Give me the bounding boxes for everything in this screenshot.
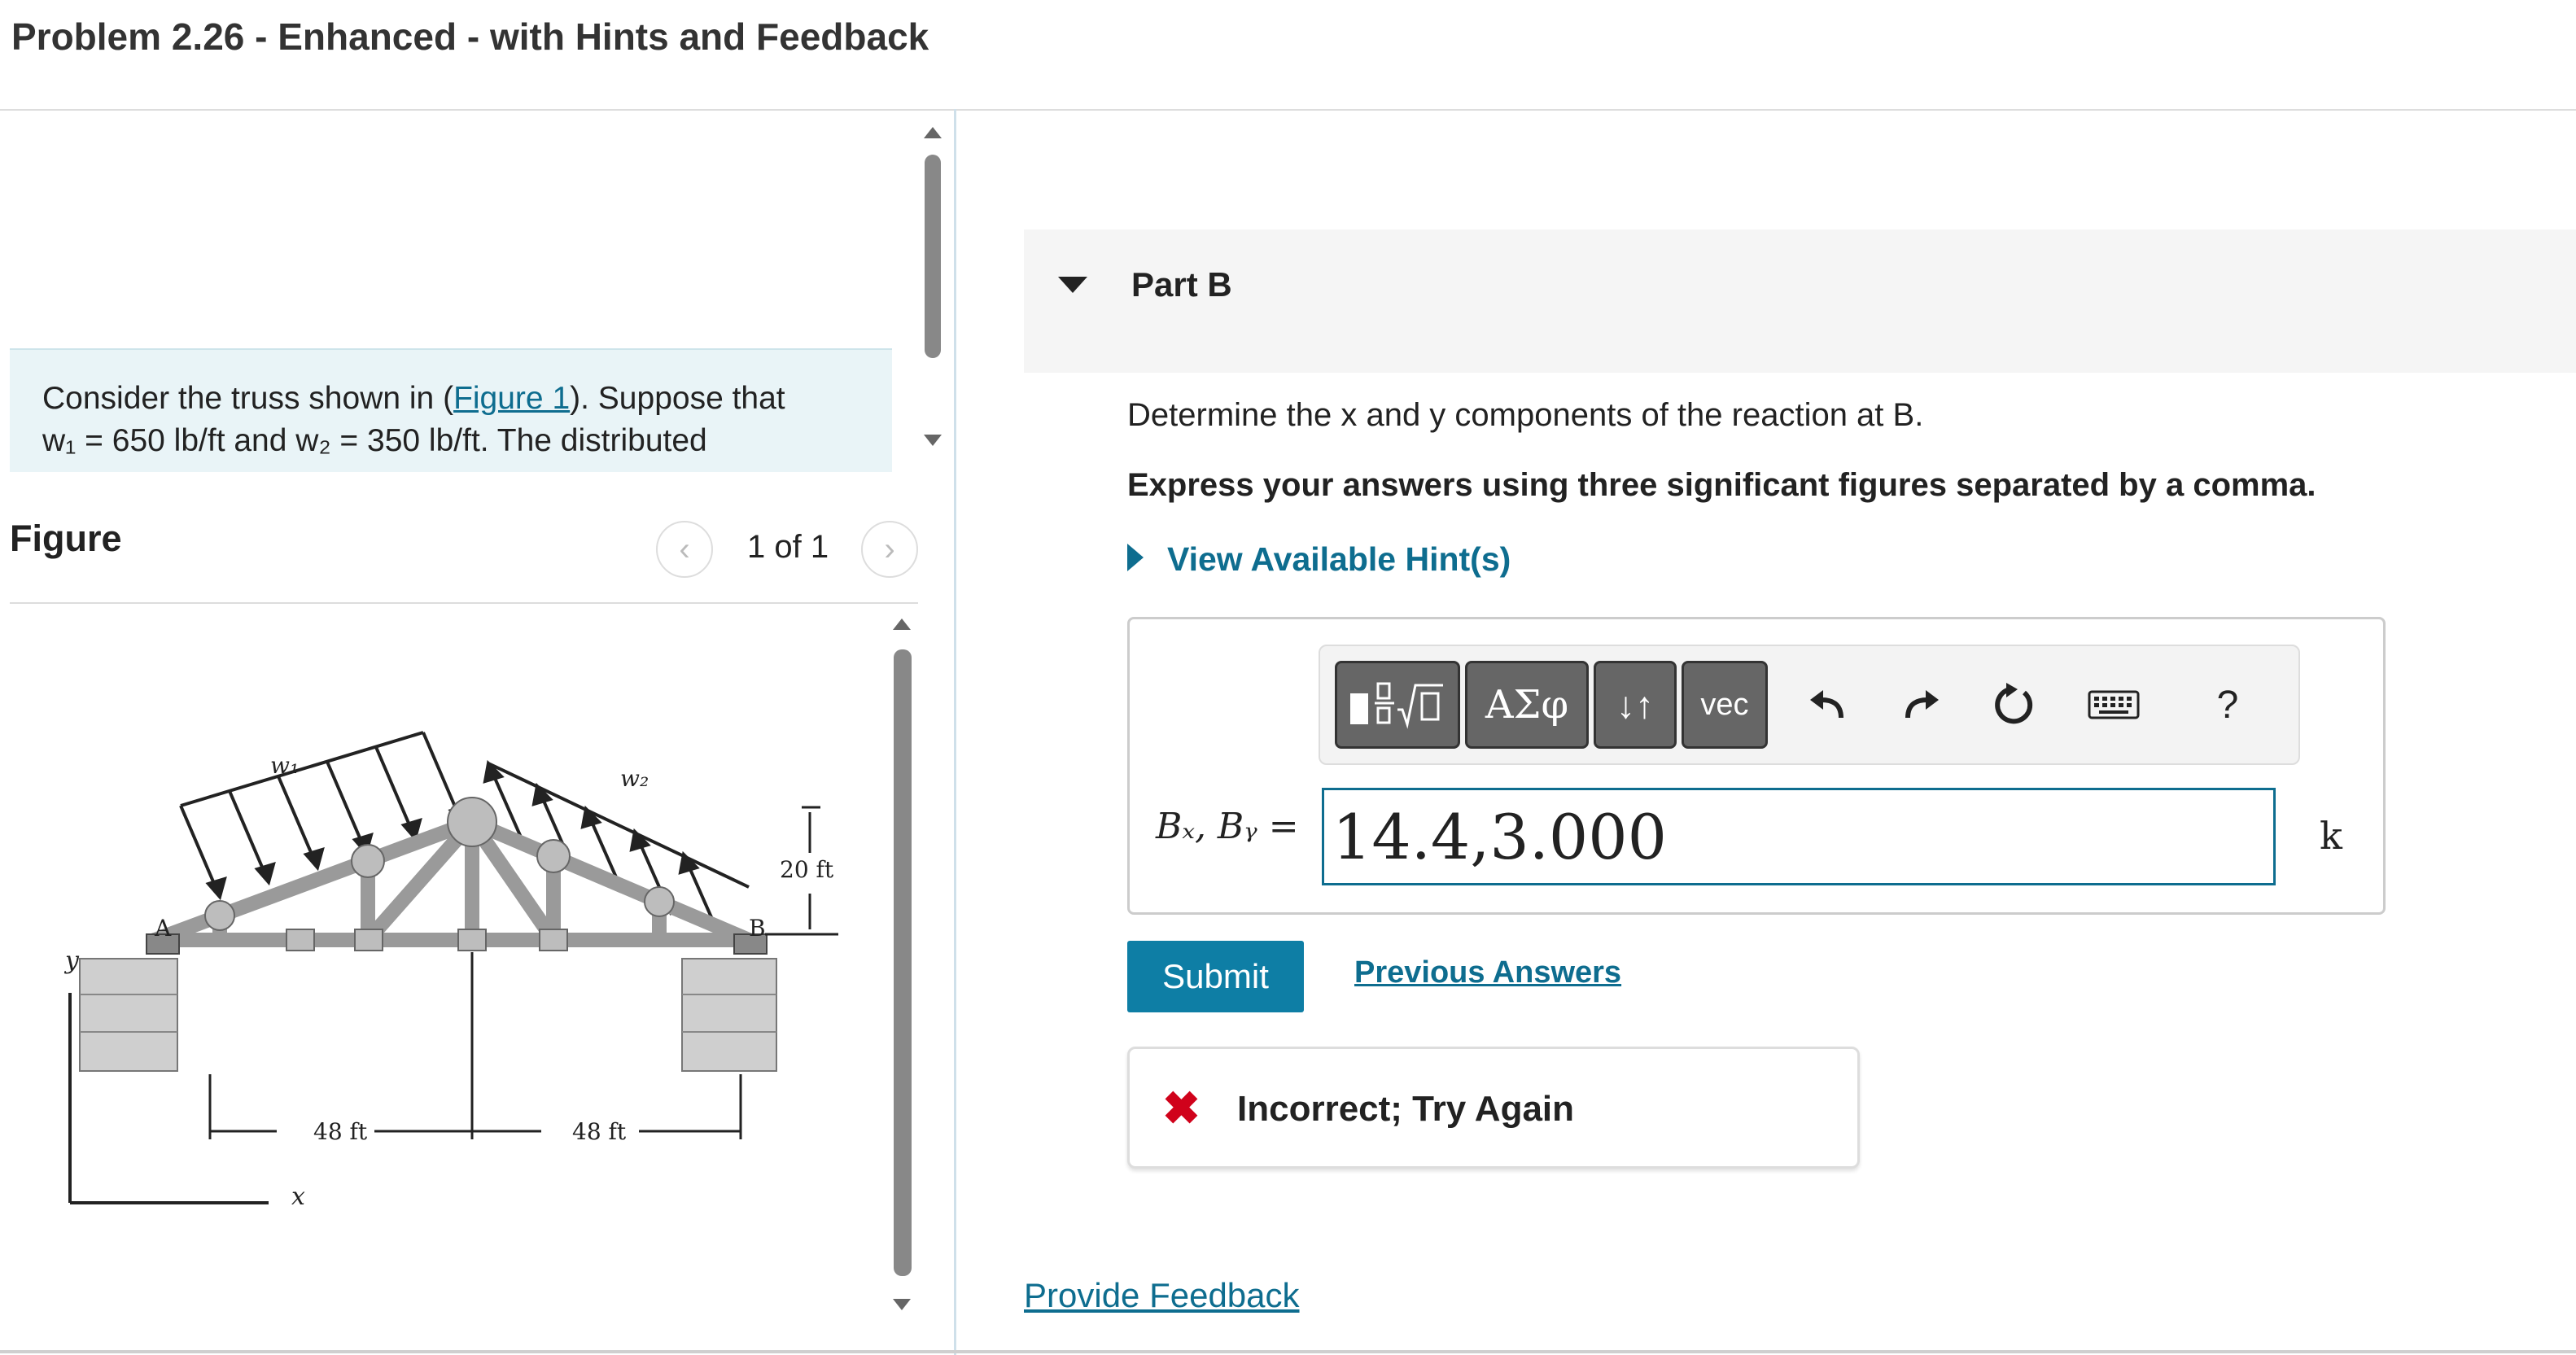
- problem-text-before: Consider the truss shown in (: [42, 381, 454, 416]
- reset-button[interactable]: [1989, 671, 2038, 739]
- chevron-left-icon: ‹: [679, 531, 690, 567]
- reset-icon: [1995, 683, 2033, 724]
- w2-label: w₂: [620, 765, 649, 792]
- fraction-radical-template-icon: [1350, 682, 1443, 729]
- provide-feedback-link[interactable]: Provide Feedback: [1024, 1276, 1300, 1315]
- view-hints-link[interactable]: View Available Hint(s): [1167, 540, 1511, 579]
- answer-unit: k: [2320, 814, 2342, 858]
- template-button[interactable]: [1335, 661, 1460, 749]
- redo-button[interactable]: [1900, 671, 1944, 739]
- x-axis-label: x: [291, 1182, 305, 1211]
- span-label-2: 48 ft: [572, 1118, 627, 1145]
- keyboard-icon: [2088, 690, 2140, 719]
- figure-scroll-down-arrow[interactable]: [893, 1299, 911, 1310]
- figure-divider: [10, 602, 918, 604]
- height-label: 20 ft: [780, 856, 834, 883]
- column-divider: [954, 109, 956, 1355]
- previous-answers-link[interactable]: Previous Answers: [1354, 955, 1621, 990]
- span-dimension: [208, 952, 742, 1139]
- subscript-button[interactable]: ↓↑: [1594, 661, 1677, 749]
- span-label-1: 48 ft: [313, 1118, 368, 1145]
- instruction-text: Express your answers using three signifi…: [1127, 467, 2316, 503]
- support-A: [79, 933, 180, 1072]
- truss-members: [147, 815, 756, 947]
- part-b-header[interactable]: [1024, 229, 2576, 373]
- submit-button[interactable]: Submit: [1127, 941, 1304, 1012]
- figure-link[interactable]: Figure 1: [453, 381, 570, 416]
- help-button[interactable]: ?: [2207, 671, 2248, 739]
- figure-counter: 1 of 1: [747, 529, 829, 565]
- figure-scrollbar-thumb[interactable]: [894, 649, 912, 1276]
- figure-scroll-up-arrow[interactable]: [893, 618, 911, 630]
- greek-symbols-button[interactable]: ΑΣφ: [1465, 661, 1589, 749]
- collapse-caret-icon[interactable]: [1058, 277, 1087, 293]
- page-header: Problem 2.26 - Enhanced - with Hints and…: [0, 0, 2576, 111]
- figure-heading: Figure: [10, 518, 122, 559]
- vector-button[interactable]: vec: [1682, 661, 1768, 749]
- redo-icon: [1905, 690, 1939, 719]
- point-A-label: A: [154, 915, 172, 942]
- undo-button[interactable]: [1805, 671, 1849, 739]
- w1-label: w₁: [270, 752, 299, 779]
- expand-caret-icon[interactable]: [1127, 544, 1144, 571]
- page-title: Problem 2.26 - Enhanced - with Hints and…: [11, 15, 929, 58]
- feedback-text: Incorrect; Try Again: [1237, 1089, 1575, 1129]
- figure-prev-button[interactable]: ‹: [656, 521, 713, 578]
- problem-scrollbar-thumb[interactable]: [925, 155, 941, 358]
- problem-text-after: ). Suppose that: [570, 381, 785, 416]
- truss-figure: w₁ w₂ A B 20 ft 48 ft 48 ft y x: [63, 731, 838, 1211]
- scroll-down-arrow[interactable]: [924, 435, 942, 446]
- problem-line-1: Consider the truss shown in (Figure 1). …: [42, 381, 785, 417]
- math-toolbar: ΑΣφ ↓↑ vec ?: [1319, 645, 2300, 765]
- figure-next-button[interactable]: ›: [861, 521, 918, 578]
- chevron-right-icon: ›: [884, 531, 895, 567]
- point-B-label: B: [749, 915, 766, 942]
- part-title: Part B: [1131, 265, 1232, 304]
- undo-icon: [1810, 690, 1843, 719]
- answer-input[interactable]: 14.4,3.000: [1322, 788, 2276, 885]
- question-text: Determine the x and y components of the …: [1127, 397, 1924, 433]
- problem-statement: Consider the truss shown in (Figure 1). …: [10, 348, 892, 472]
- x-mark-icon: ✖: [1162, 1082, 1201, 1134]
- bottom-border: [0, 1350, 2576, 1353]
- support-B: [681, 933, 777, 1072]
- keyboard-button[interactable]: [2085, 671, 2142, 739]
- scroll-up-arrow[interactable]: [924, 127, 942, 138]
- problem-line-2: w₁ = 650 lb/ft and w₂ = 350 lb/ft. The d…: [42, 423, 707, 458]
- y-axis-label: y: [63, 946, 80, 975]
- answer-label: Bₓ, Bᵧ =: [1156, 806, 1299, 847]
